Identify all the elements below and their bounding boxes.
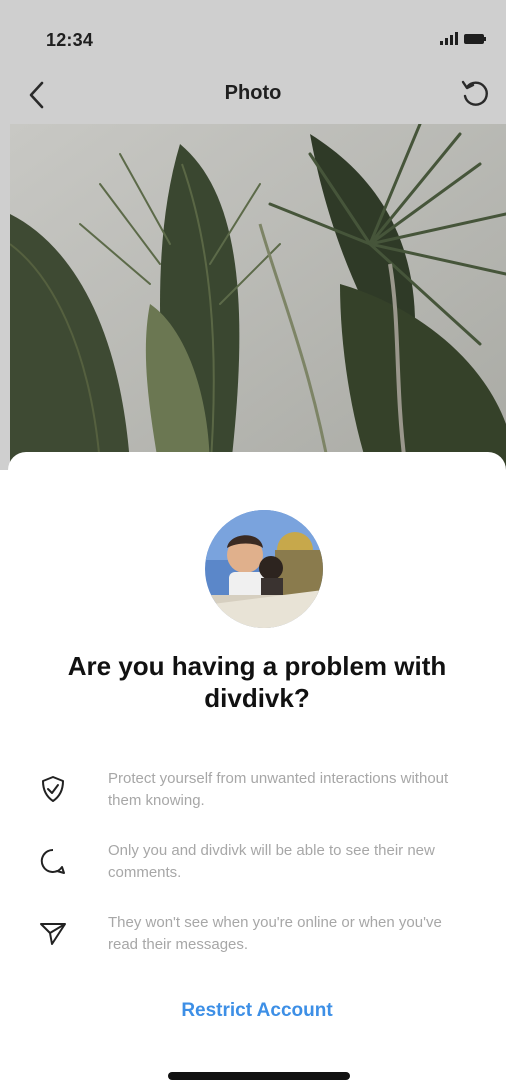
feature-messages: They won't see when you're online or whe… (8, 906, 506, 962)
signal-battery-icon (440, 32, 486, 45)
feature-comments: Only you and divdivk will be able to see… (8, 834, 506, 890)
status-time: 12:34 (46, 30, 94, 50)
sheet-title: Are you having a problem with divdivk? (67, 651, 447, 713)
feature-text: Only you and divdivk will be able to see… (108, 842, 435, 881)
feature-protect: Protect yourself from unwanted interacti… (8, 762, 506, 818)
feature-text: Protect yourself from unwanted interacti… (108, 770, 449, 809)
shield-check-icon (42, 776, 64, 802)
restrict-account-button[interactable]: Restrict Account (8, 1000, 506, 1022)
plant-photo-image (10, 124, 506, 474)
feature-text: They won't see when you're online or whe… (108, 914, 442, 953)
post-photo (10, 124, 506, 474)
profile-photo-image (205, 510, 323, 628)
comment-bubble-icon (40, 848, 65, 874)
send-paper-plane-icon (40, 923, 66, 945)
avatar (205, 510, 323, 628)
refresh-icon[interactable] (458, 76, 494, 112)
screen: 12:34 Photo Are you having a problem wit… (0, 0, 506, 1084)
page-title: Photo (224, 82, 282, 104)
restrict-bottom-sheet: Are you having a problem with divdivk? P… (8, 452, 506, 1084)
header-bar: Photo (0, 66, 506, 122)
status-bar: 12:34 (0, 0, 506, 74)
home-indicator (168, 1072, 350, 1080)
dimmed-background: 12:34 Photo (0, 0, 506, 474)
